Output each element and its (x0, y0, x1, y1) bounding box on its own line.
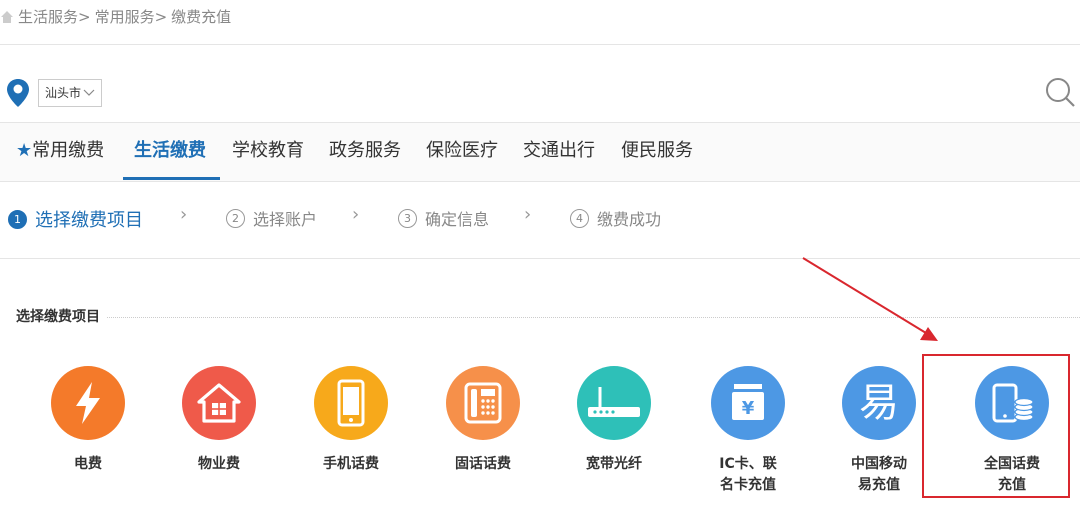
item-label-line2: 易充值 (858, 477, 900, 493)
chevron-right-icon: › (352, 204, 360, 225)
tab-label: 交通出行 (523, 140, 595, 161)
item-label-line1: 物业费 (198, 456, 240, 472)
city-label: 汕头市 (45, 86, 82, 100)
step-select-item: 1 选择缴费项目 (8, 206, 143, 232)
section-title: 选择缴费项目 (16, 306, 106, 326)
step-number: 4 (570, 208, 589, 228)
mobile-phone-icon (314, 366, 388, 440)
progress-steps: 1 选择缴费项目 › 2 选择账户 › 3 确定信息 › 4 缴费成功 (0, 196, 1080, 244)
location-pin-icon (7, 79, 29, 107)
step-confirm-info: 3 确定信息 (398, 206, 489, 230)
router-icon (577, 366, 651, 440)
tab-label: 便民服务 (621, 140, 693, 161)
chevron-right-icon: › (524, 204, 532, 225)
icon-glyph: 易 (859, 380, 899, 426)
payment-item-broadband[interactable]: 宽带光纤 (559, 366, 669, 475)
star-icon: ★ (16, 140, 33, 161)
step-number: 3 (398, 208, 417, 228)
search-icon[interactable] (1044, 76, 1076, 108)
tab-government-service[interactable]: 政务服务 (329, 123, 401, 181)
tab-life-payment[interactable]: 生活缴费 (134, 123, 206, 181)
svg-text:¥: ¥ (742, 398, 755, 419)
step-label: 确定信息 (425, 210, 490, 229)
active-tab-indicator (123, 177, 220, 180)
payment-item-mobile-bill[interactable]: 手机话费 (296, 366, 406, 475)
item-label-line1: IC卡、联 (719, 456, 777, 472)
tab-label: 生活缴费 (134, 140, 206, 161)
home-icon[interactable] (0, 10, 14, 24)
item-label-line1: 固话话费 (455, 456, 511, 472)
payment-item-china-mobile[interactable]: 易 中国移动 易充值 (824, 366, 934, 496)
item-label-line2: 名卡充值 (720, 477, 776, 493)
category-tabs: ★常用缴费 生活缴费 学校教育 政务服务 保险医疗 交通出行 便民服务 (0, 122, 1080, 182)
highlight-box (922, 354, 1070, 498)
step-number: 1 (8, 209, 27, 229)
chevron-down-icon (83, 89, 95, 96)
breadcrumb: 生活服务> 常用服务> 缴费充值 (0, 0, 231, 34)
item-label-line1: 手机话费 (323, 456, 379, 472)
tab-school-education[interactable]: 学校教育 (232, 123, 304, 181)
step-label: 缴费成功 (597, 210, 662, 229)
item-label-line1: 中国移动 (851, 456, 907, 472)
location-bar: 汕头市 (6, 78, 103, 108)
breadcrumb-item-payment: 缴费充值 (171, 8, 232, 26)
breadcrumb-item-life-service[interactable]: 生活服务> (18, 2, 91, 32)
tab-common-payment[interactable]: ★常用缴费 (16, 123, 104, 181)
payment-item-landline-bill[interactable]: 固话话费 (428, 366, 538, 475)
divider (0, 44, 1080, 45)
step-payment-success: 4 缴费成功 (570, 206, 661, 230)
yuan-card-icon: ¥ (711, 366, 785, 440)
tab-label: 常用缴费 (32, 140, 105, 161)
tab-insurance-medical[interactable]: 保险医疗 (426, 123, 498, 181)
tab-convenience-service[interactable]: 便民服务 (621, 123, 693, 181)
payment-item-property[interactable]: 物业费 (164, 366, 274, 475)
item-label-line1: 电费 (74, 456, 102, 472)
tab-label: 学校教育 (232, 140, 304, 161)
payment-item-electricity[interactable]: 电费 (33, 366, 143, 475)
city-selector[interactable]: 汕头市 (38, 79, 103, 107)
step-select-account: 2 选择账户 (226, 206, 317, 230)
payment-item-ic-card[interactable]: ¥ IC卡、联 名卡充值 (693, 366, 803, 496)
step-number: 2 (226, 208, 245, 228)
item-label-line1: 宽带光纤 (586, 456, 642, 472)
step-label: 选择缴费项目 (35, 210, 143, 231)
lightning-icon (51, 366, 125, 440)
landline-phone-icon (446, 366, 520, 440)
chevron-right-icon: › (180, 204, 188, 225)
step-label: 选择账户 (253, 210, 318, 229)
tab-label: 政务服务 (329, 140, 401, 161)
yi-character-icon: 易 (842, 366, 916, 440)
tab-transport[interactable]: 交通出行 (523, 123, 595, 181)
house-icon (182, 366, 256, 440)
tab-label: 保险医疗 (426, 140, 498, 161)
dotted-divider (16, 317, 1080, 318)
breadcrumb-item-common-service[interactable]: 常用服务> (95, 2, 168, 32)
divider (0, 258, 1080, 259)
